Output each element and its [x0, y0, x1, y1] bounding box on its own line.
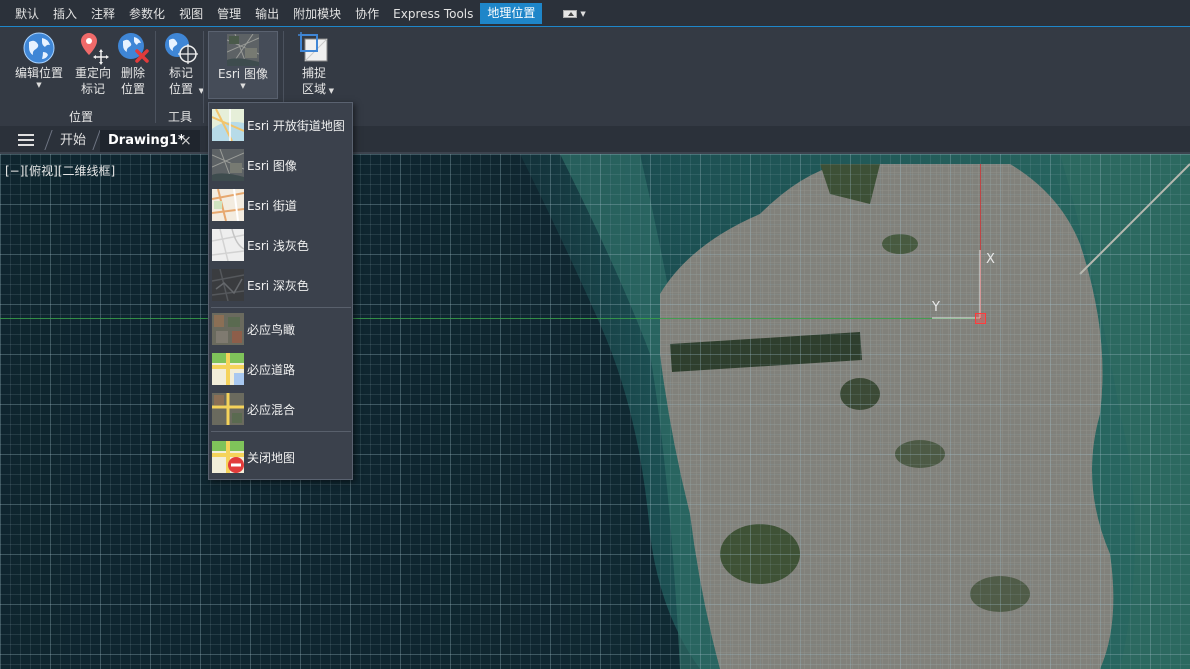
ucs-x-label: X: [986, 252, 995, 267]
tab-output[interactable]: 输出: [248, 4, 286, 24]
road-map-icon: [212, 353, 244, 385]
esri-imagery-button[interactable]: Esri 图像 ▼: [208, 31, 278, 99]
menu-divider: [211, 307, 351, 308]
tab-start[interactable]: 开始: [60, 130, 86, 152]
satellite-map-icon: [226, 33, 260, 67]
tab-parametric[interactable]: 参数化: [122, 4, 172, 24]
globe-delete-icon: [115, 31, 151, 65]
mark-position-button[interactable]: 标记 位置 ▼: [160, 31, 204, 97]
tab-divider: [44, 130, 53, 150]
hamburger-menu-icon[interactable]: [18, 134, 34, 146]
dark-gray-map-icon: [212, 269, 244, 301]
menu-item-label: Esri 浅灰色: [247, 238, 309, 253]
group-divider: [203, 31, 204, 123]
tab-collaborate[interactable]: 协作: [348, 4, 386, 24]
menu-divider: [211, 431, 351, 432]
tab-manage[interactable]: 管理: [210, 4, 248, 24]
menu-item-esri-light-gray[interactable]: Esri 浅灰色: [212, 227, 350, 263]
menu-item-esri-imagery[interactable]: Esri 图像: [212, 147, 350, 183]
crosshair-cursor-icon: [975, 313, 986, 324]
light-gray-map-icon: [212, 229, 244, 261]
menu-item-esri-osm[interactable]: Esri 开放街道地图: [212, 107, 350, 143]
capture-area-button[interactable]: 捕捉 区域 ▼: [292, 31, 336, 97]
ribbon-group-tools: 标记 位置 ▼ 工具: [156, 27, 204, 127]
menu-item-label: 必应混合: [247, 402, 296, 417]
remove-location-button[interactable]: 删除 位置: [114, 31, 152, 97]
menu-item-label: 必应鸟瞰: [247, 322, 296, 337]
chevron-down-icon: ▼: [36, 81, 42, 89]
globe-icon: [21, 31, 57, 65]
ucs-icon: [932, 250, 981, 319]
menu-item-esri-streets[interactable]: Esri 街道: [212, 187, 350, 223]
menu-item-bing-road[interactable]: 必应道路: [212, 351, 350, 387]
menu-item-label: Esri 街道: [247, 198, 297, 213]
viewport-controls-label[interactable]: [−][俯视][二维线框]: [5, 162, 115, 179]
chevron-down-icon: ▼: [240, 82, 246, 90]
tab-express-tools[interactable]: Express Tools: [386, 4, 480, 24]
menu-item-label: Esri 图像: [247, 158, 297, 173]
close-icon[interactable]: ×: [180, 130, 192, 152]
drawing-viewport[interactable]: Y X [−][俯视][二维线框]: [0, 154, 1190, 669]
tab-drawing1-label: Drawing1*: [108, 133, 185, 148]
hybrid-map-icon: [212, 393, 244, 425]
mark-position-label: 标记 位置: [168, 66, 193, 96]
globe-crosshair-icon: [163, 31, 199, 65]
panel-toggle-icon: [563, 10, 578, 18]
group-label-tools: 工具: [167, 110, 192, 124]
satellite-map: [0, 154, 1190, 669]
edit-location-label: 编辑位置: [14, 66, 63, 80]
document-tab-bar: 开始 Drawing1* ×: [0, 126, 1190, 154]
tab-insert[interactable]: 插入: [46, 4, 84, 24]
menu-item-esri-dark-gray[interactable]: Esri 深灰色: [212, 267, 350, 303]
ucs-y-label: Y: [932, 300, 940, 315]
tab-geolocation[interactable]: 地理位置: [480, 3, 543, 24]
menu-item-bing-hybrid[interactable]: 必应混合: [212, 391, 350, 427]
chevron-down-icon: ▼: [580, 10, 586, 18]
ribbon-group-location: 编辑位置 ▼ 重定向 标记 删除 位置 位置: [6, 27, 156, 127]
capture-area-icon: [296, 31, 332, 65]
ribbon-display-toggle[interactable]: ▼: [556, 4, 592, 24]
street-map-icon: [212, 189, 244, 221]
chevron-down-icon: ▼: [328, 87, 334, 95]
map-off-icon: [212, 441, 244, 473]
aerial-map-icon: [212, 313, 244, 345]
esri-imagery-label: Esri 图像: [218, 67, 268, 81]
ribbon-panel: 编辑位置 ▼ 重定向 标记 删除 位置 位置 标记 位置 ▼ 工具 Esri 图…: [0, 26, 1190, 126]
menu-item-label: 关闭地图: [247, 450, 296, 465]
remove-location-label: 删除 位置: [120, 66, 145, 96]
tab-view[interactable]: 视图: [172, 4, 210, 24]
menu-item-label: 必应道路: [247, 362, 296, 377]
osm-map-icon: [212, 109, 244, 141]
satellite-map-icon: [212, 149, 244, 181]
ribbon-tab-bar: 默认 插入 注释 参数化 视图 管理 输出 附加模块 协作 Express To…: [0, 0, 1190, 26]
menu-item-label: Esri 开放街道地图: [247, 118, 345, 133]
reorient-marker-label: 重定向 标记: [74, 66, 111, 96]
edit-location-button[interactable]: 编辑位置 ▼: [6, 31, 72, 89]
map-pin-move-icon: [75, 31, 111, 65]
map-type-dropdown: Esri 开放街道地图 Esri 图像 Esri 街道 Esri 浅灰色 Esr…: [208, 102, 353, 480]
tab-default[interactable]: 默认: [8, 4, 46, 24]
ucs-x-axis-line: [0, 318, 980, 319]
menu-item-bing-aerial[interactable]: 必应鸟瞰: [212, 311, 350, 347]
group-label-location: 位置: [68, 110, 93, 124]
menu-item-label: Esri 深灰色: [247, 278, 309, 293]
app-window: 默认 插入 注释 参数化 视图 管理 输出 附加模块 协作 Express To…: [0, 0, 1190, 669]
menu-item-close-map[interactable]: 关闭地图: [212, 439, 350, 475]
reorient-marker-button[interactable]: 重定向 标记: [72, 31, 114, 97]
tab-addins[interactable]: 附加模块: [286, 4, 348, 24]
tab-annotate[interactable]: 注释: [84, 4, 122, 24]
